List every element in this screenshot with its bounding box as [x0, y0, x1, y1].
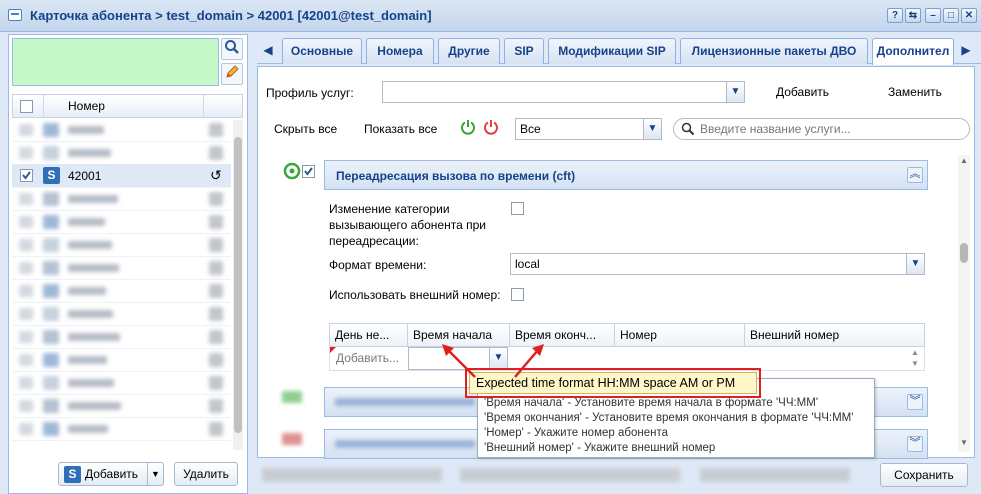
tab-main[interactable]: Основные: [282, 38, 362, 64]
subscriber-row[interactable]: [12, 279, 231, 303]
power-on-icon[interactable]: [460, 119, 476, 138]
time-format-label: Формат времени:: [329, 258, 427, 272]
external-number-checkbox[interactable]: [511, 288, 524, 304]
main-scrollbar-thumb[interactable]: [960, 243, 968, 263]
tab-other[interactable]: Другие: [438, 38, 500, 64]
collapse-all-button[interactable]: Скрыть все: [274, 122, 337, 136]
search-icon[interactable]: [221, 38, 243, 60]
power-off-icon[interactable]: [483, 119, 499, 138]
service-checkbox[interactable]: [302, 165, 315, 181]
add-day-placeholder[interactable]: Добавить...: [336, 351, 399, 365]
tab-scroll-left-icon[interactable]: ◀: [259, 38, 277, 64]
chevron-down-icon[interactable]: ▼: [726, 82, 744, 102]
help-icon[interactable]: ?: [887, 8, 903, 23]
subscriber-row[interactable]: [12, 417, 231, 441]
minimize-icon[interactable]: –: [925, 8, 941, 23]
annotation-arrows: [442, 344, 544, 378]
service-enabled-icon[interactable]: [283, 162, 301, 183]
change-category-checkbox[interactable]: [511, 202, 524, 218]
subscriber-row[interactable]: [12, 233, 231, 257]
subscriber-row-selected[interactable]: S 42001 ↺: [12, 164, 231, 188]
subscriber-row[interactable]: [12, 371, 231, 395]
column-number[interactable]: Номер: [68, 99, 105, 113]
subscriber-row[interactable]: [12, 256, 231, 280]
status-indicator: [12, 38, 219, 86]
sip-icon: S: [64, 466, 81, 483]
profile-combo[interactable]: ▼: [382, 81, 745, 103]
subscriber-row[interactable]: [12, 187, 231, 211]
window-icon: [8, 9, 22, 21]
tab-numbers[interactable]: Номера: [366, 38, 434, 64]
tab-scroll-right-icon[interactable]: ▶: [957, 38, 975, 64]
profile-replace-button[interactable]: Заменить: [888, 85, 942, 99]
chevron-down-icon[interactable]: ▼: [906, 254, 924, 274]
subscriber-row[interactable]: [12, 210, 231, 234]
main-scrollbar[interactable]: [958, 155, 970, 452]
edit-icon[interactable]: [221, 63, 243, 85]
maximize-icon[interactable]: □: [943, 8, 959, 23]
left-scrollbar-thumb[interactable]: [234, 137, 242, 433]
history-icon[interactable]: ↺: [210, 167, 222, 184]
subscriber-number: 42001: [68, 169, 102, 183]
profile-label: Профиль услуг:: [266, 86, 354, 100]
scroll-down-icon[interactable]: ▼: [960, 438, 968, 447]
column-day[interactable]: День не...: [329, 323, 408, 347]
expand-down-icon[interactable]: ︾: [907, 436, 923, 452]
select-all-checkbox[interactable]: [20, 100, 33, 116]
delete-subscriber-button[interactable]: Удалить: [174, 462, 238, 486]
search-icon: [681, 122, 695, 142]
column-external-number[interactable]: Внешний номер: [745, 323, 925, 347]
subscriber-row[interactable]: [12, 348, 231, 372]
subscriber-grid-header: Номер: [12, 94, 243, 118]
tab-sip-modifications[interactable]: Модификации SIP: [548, 38, 676, 64]
profile-add-button[interactable]: Добавить: [776, 85, 829, 99]
close-icon[interactable]: ✕: [961, 8, 977, 23]
service-search-input[interactable]: Введите название услуги...: [673, 118, 970, 140]
subscriber-row[interactable]: [12, 325, 231, 349]
refresh-icon[interactable]: ⇆: [905, 8, 921, 23]
column-number[interactable]: Номер: [615, 323, 745, 347]
save-button[interactable]: Сохранить: [880, 463, 968, 487]
row-checkbox[interactable]: [20, 169, 33, 185]
subscriber-row[interactable]: [12, 141, 231, 165]
cft-section-header[interactable]: Переадресация вызова по времени (cft) ︽: [324, 160, 928, 190]
chevron-down-icon[interactable]: ▼: [643, 119, 661, 139]
subscriber-row[interactable]: [12, 394, 231, 418]
time-format-select[interactable]: local ▼: [510, 253, 925, 275]
show-all-button[interactable]: Показать все: [364, 122, 437, 136]
collapse-up-icon[interactable]: ︽: [907, 167, 923, 183]
section-title: Переадресация вызова по времени (cft): [336, 169, 576, 183]
window-title: Карточка абонента > test_domain > 42001 …: [30, 8, 432, 23]
sip-icon: S: [43, 167, 60, 184]
chevron-down-icon[interactable]: ▼: [151, 463, 160, 485]
scroll-up-icon[interactable]: ▲: [960, 156, 968, 165]
subscriber-row[interactable]: [12, 118, 231, 142]
add-subscriber-button[interactable]: S Добавить ▼: [58, 462, 164, 486]
tab-license-packages[interactable]: Лицензионные пакеты ДВО: [680, 38, 868, 64]
subscriber-row[interactable]: [12, 302, 231, 326]
tab-additional[interactable]: Дополнител: [872, 38, 954, 65]
tab-sip[interactable]: SIP: [504, 38, 544, 64]
external-number-label: Использовать внешний номер:: [329, 288, 501, 302]
service-filter-select[interactable]: Все ▼: [515, 118, 662, 140]
expand-down-icon[interactable]: ︾: [907, 394, 923, 410]
table-scroll-icon[interactable]: ▲ ▼: [911, 347, 919, 369]
change-category-label: Изменение категории вызывающего абонента…: [329, 202, 486, 248]
